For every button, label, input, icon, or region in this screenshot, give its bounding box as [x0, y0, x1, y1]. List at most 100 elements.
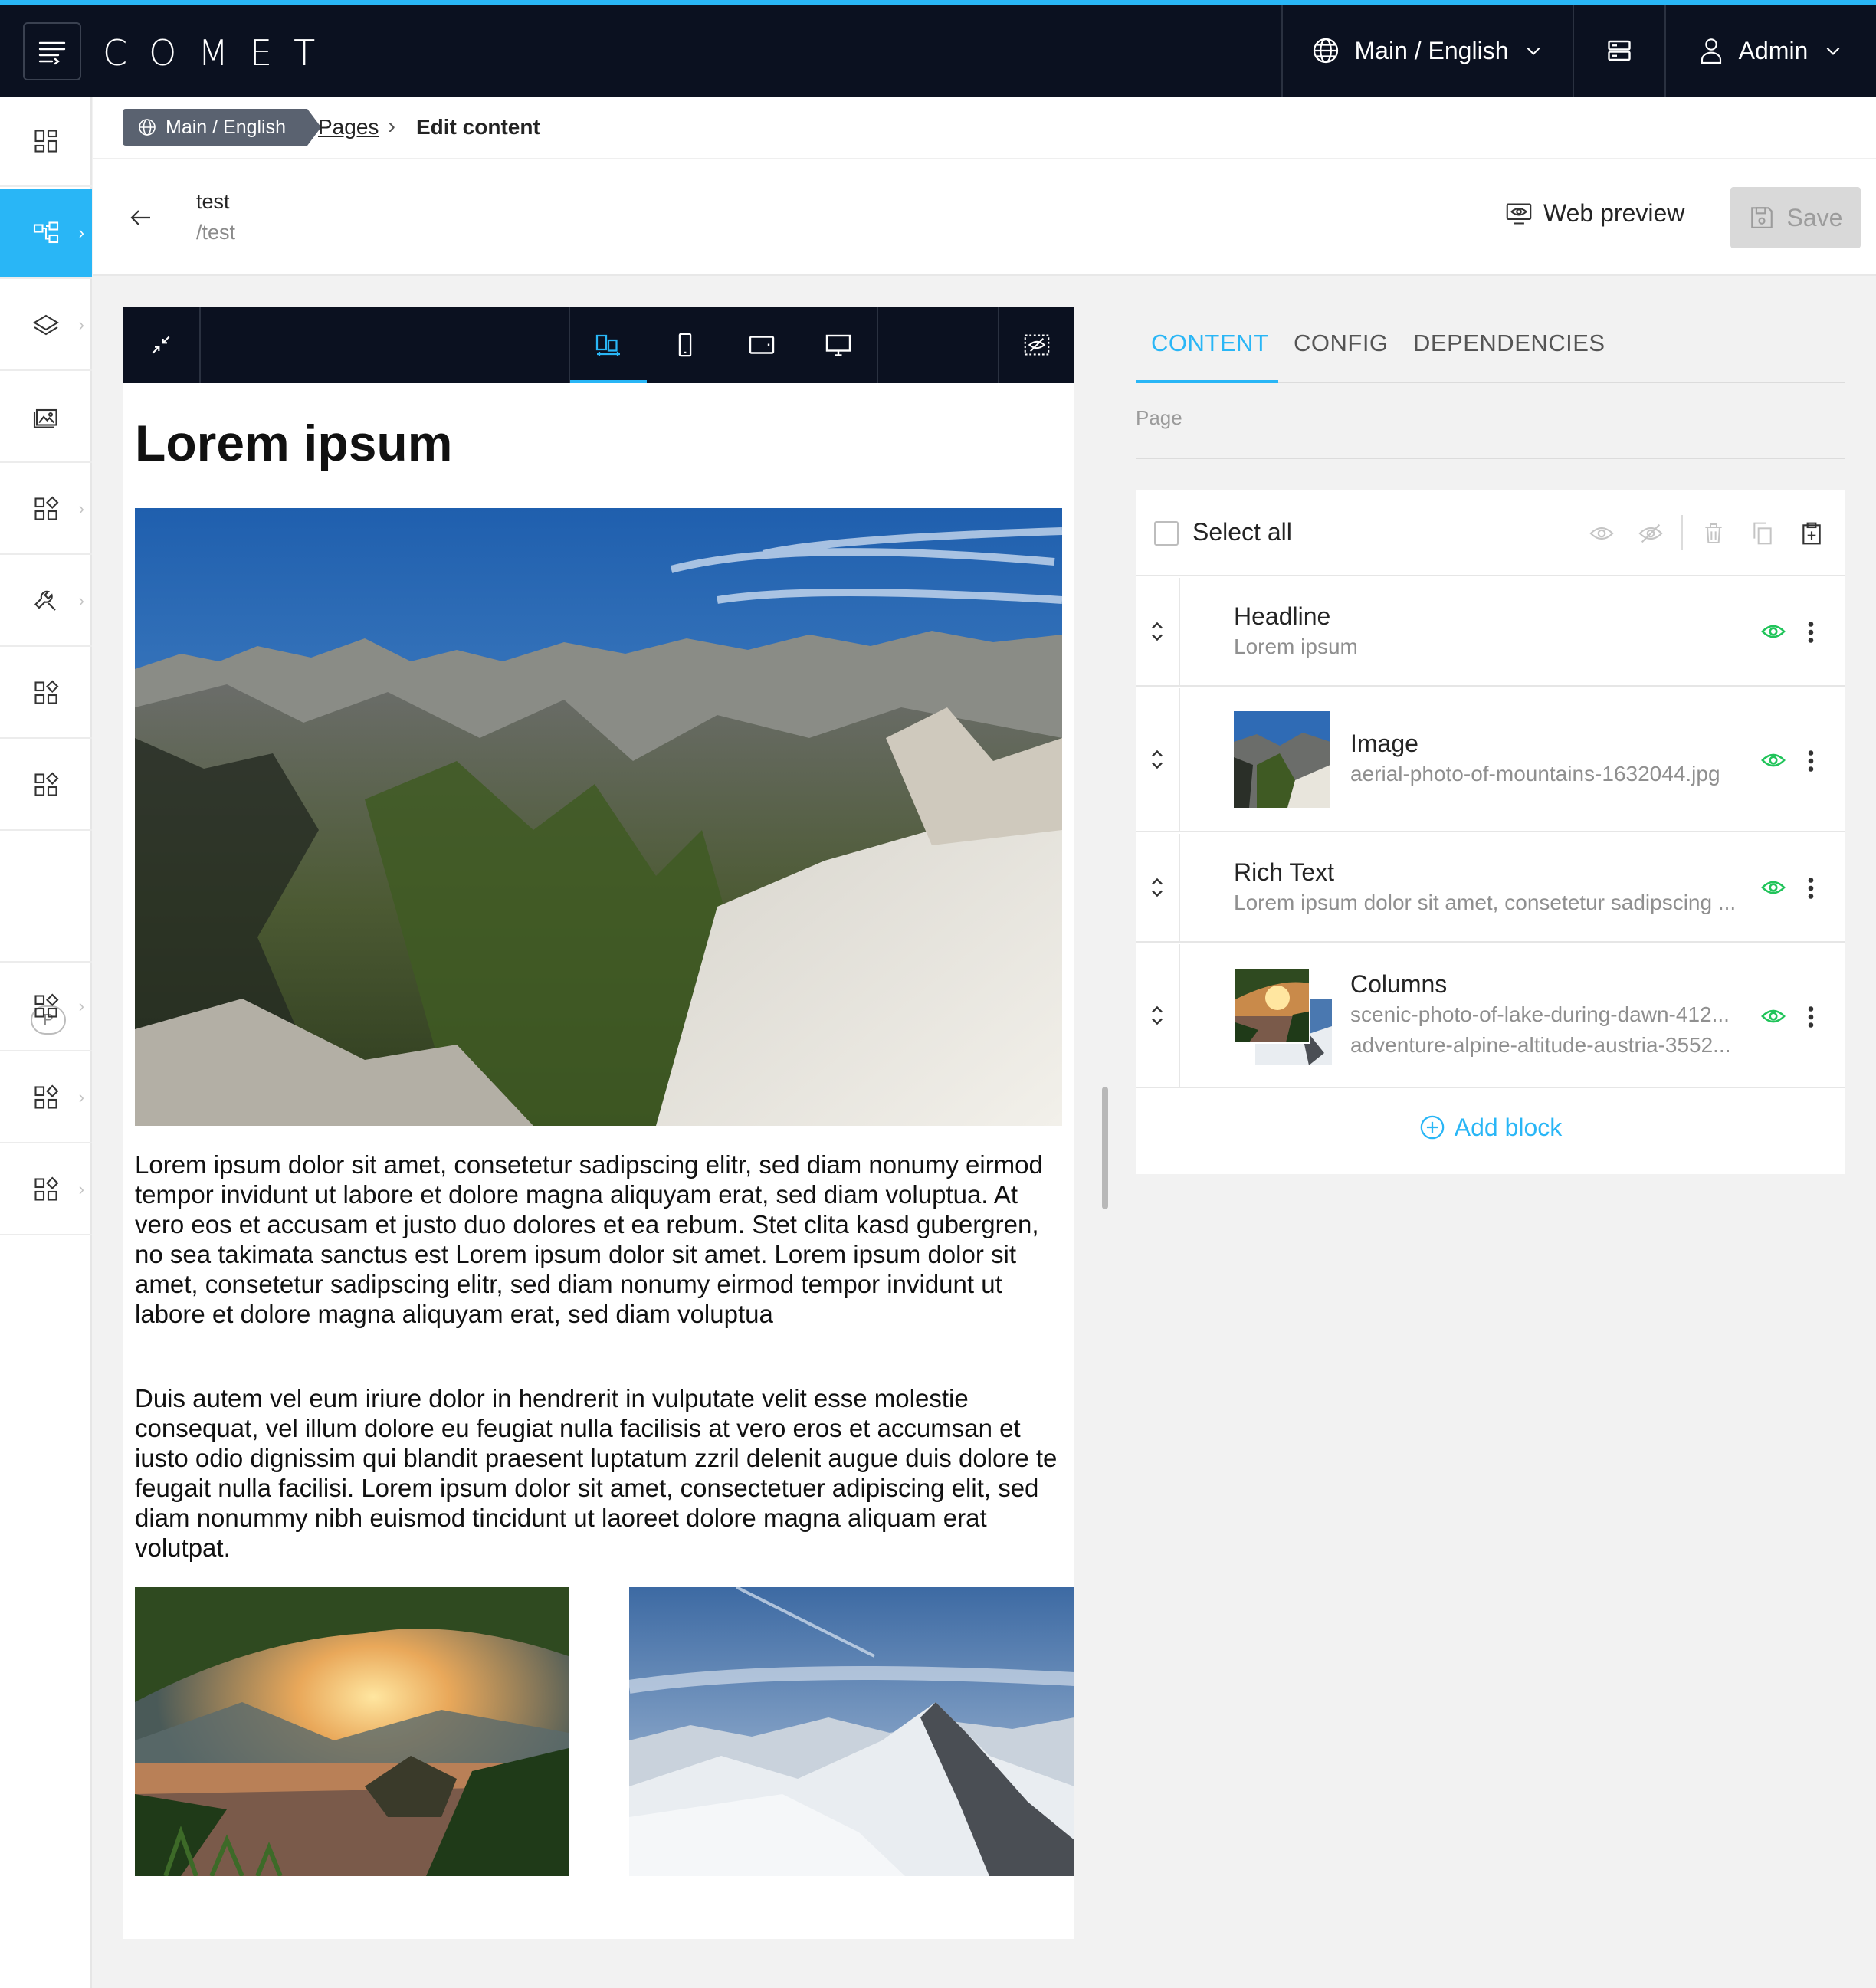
desktop-icon [825, 334, 851, 356]
nav-item-layers[interactable]: › [0, 280, 92, 371]
save-icon [1750, 207, 1773, 228]
chevron-right-icon: › [78, 315, 84, 334]
visibility-toggle[interactable] [1758, 1001, 1789, 1032]
nav-item-module-3[interactable] [0, 740, 92, 831]
block-menu-button[interactable] [1799, 999, 1822, 1035]
user-menu[interactable]: Admin [1664, 5, 1876, 97]
globe-icon [139, 119, 156, 136]
add-block-button[interactable]: Add block [1136, 1082, 1845, 1173]
nav-item-system[interactable]: › [0, 556, 92, 647]
user-icon [1701, 38, 1721, 64]
comet-logo: COMET [103, 32, 337, 74]
block-menu-button[interactable] [1799, 743, 1822, 779]
block-menu-button[interactable] [1799, 871, 1822, 906]
chevron-right-icon: › [78, 1087, 84, 1107]
select-all-checkbox[interactable] [1154, 521, 1179, 546]
nav-item-module-5[interactable]: › [0, 1053, 92, 1143]
grid-icon [34, 1176, 59, 1201]
drag-handle[interactable] [1136, 944, 1180, 1087]
preview-headline: Lorem ipsum [135, 415, 453, 471]
hide-selected-button[interactable] [1632, 515, 1669, 552]
chevron-right-icon: › [78, 1179, 84, 1199]
dashboard-icon [34, 130, 57, 153]
drag-handle[interactable] [1136, 578, 1180, 685]
grid-icon [34, 680, 59, 704]
blocks-toolbar: Select all [1136, 490, 1845, 576]
visibility-toggle[interactable] [1758, 745, 1789, 776]
breadcrumb-scope[interactable]: Main / English [123, 109, 322, 146]
breadcrumb-current: Edit content [416, 115, 540, 139]
trash-icon [1705, 523, 1722, 543]
device-mobile-button[interactable] [647, 307, 723, 383]
server-icon [1608, 40, 1631, 61]
block-thumbnail [1234, 967, 1310, 1044]
device-desktop-button[interactable] [800, 307, 877, 383]
block-subtitle-secondary: adventure-alpine-altitude-austria-3552..… [1350, 1033, 1731, 1057]
build-status-button[interactable] [1573, 5, 1664, 97]
nav-item-module-4[interactable]: › [0, 961, 92, 1051]
device-tablet-button[interactable] [723, 307, 800, 383]
block-row-rich-text[interactable]: Rich Text Lorem ipsum dolor sit amet, co… [1136, 834, 1845, 943]
divider [1681, 515, 1683, 550]
block-row-image[interactable]: Image aerial-photo-of-mountains-1632044.… [1136, 688, 1845, 832]
tab-dependencies[interactable]: DEPENDENCIES [1413, 330, 1605, 357]
nav-item-module-2[interactable] [0, 648, 92, 739]
scope-label: Main / English [1354, 36, 1509, 64]
top-bar: COMET Main / English Admin [0, 0, 1876, 97]
tab-content[interactable]: CONTENT [1151, 330, 1268, 357]
drag-handle-icon [1152, 1005, 1163, 1025]
nav-item-module-1[interactable]: › [0, 464, 92, 555]
collapse-preview-button[interactable] [123, 307, 199, 383]
block-subtitle: aerial-photo-of-mountains-1632044.jpg [1350, 762, 1720, 786]
arrow-left-icon [130, 210, 150, 225]
visibility-toggle[interactable] [1758, 616, 1789, 647]
tablet-icon [749, 336, 775, 354]
paste-icon [1802, 522, 1821, 545]
drag-handle-icon [1152, 622, 1163, 641]
scope-selector[interactable]: Main / English [1281, 5, 1573, 97]
chevron-down-icon [1527, 47, 1540, 55]
block-subtitle: Lorem ipsum dolor sit amet, consetetur s… [1234, 891, 1737, 914]
back-button[interactable] [121, 198, 161, 238]
block-menu-button[interactable] [1799, 615, 1822, 650]
visibility-toggle[interactable] [1758, 872, 1789, 903]
editor-tabs: CONTENT CONFIG DEPENDENCIES [1136, 307, 1845, 383]
paste-button[interactable] [1793, 515, 1830, 552]
nav-item-module-6[interactable]: › [0, 1145, 92, 1235]
save-button[interactable]: Save [1730, 187, 1861, 248]
preview-lake-image [135, 1587, 569, 1876]
nav-item-pages[interactable]: › [0, 189, 92, 279]
preview-paragraph-1: Lorem ipsum dolor sit amet, consetetur s… [135, 1150, 1043, 1328]
block-row-headline[interactable]: Headline Lorem ipsum [1136, 578, 1845, 687]
select-all-label: Select all [1192, 518, 1292, 546]
chevron-down-icon [1826, 47, 1840, 55]
nav-item-dashboard[interactable] [0, 97, 92, 187]
page-header: test /test Web preview Save [93, 159, 1876, 276]
menu-button[interactable] [23, 22, 81, 80]
breadcrumb-scope-label: Main / English [166, 116, 287, 138]
copy-selected-button[interactable] [1744, 515, 1781, 552]
eye-icon [1761, 1009, 1786, 1023]
breadcrumb-pages-link[interactable]: Pages [318, 115, 379, 139]
drag-handle[interactable] [1136, 834, 1180, 941]
eye-icon [1589, 527, 1614, 540]
page-path: /test [196, 221, 236, 244]
web-preview-button[interactable]: Web preview [1505, 199, 1684, 228]
drag-handle[interactable] [1136, 688, 1180, 831]
toggle-hidden-blocks-button[interactable] [999, 307, 1074, 383]
device-responsive-button[interactable] [570, 307, 647, 383]
block-row-columns[interactable]: Columns scenic-photo-of-lake-during-dawn… [1136, 944, 1845, 1088]
more-vertical-icon [1808, 1006, 1814, 1028]
copy-icon [1753, 522, 1772, 545]
preview-resize-handle[interactable] [1102, 1087, 1108, 1209]
eye-icon [1761, 753, 1786, 767]
nav-item-assets[interactable] [0, 372, 92, 463]
tab-config[interactable]: CONFIG [1294, 330, 1389, 357]
add-block-label: Add block [1454, 1113, 1563, 1141]
show-selected-button[interactable] [1583, 515, 1620, 552]
preview-alpine-image [629, 1587, 1074, 1876]
grid-icon [34, 993, 59, 1018]
eye-icon [1761, 625, 1786, 638]
page-tree-icon [33, 221, 59, 244]
delete-selected-button[interactable] [1695, 515, 1732, 552]
